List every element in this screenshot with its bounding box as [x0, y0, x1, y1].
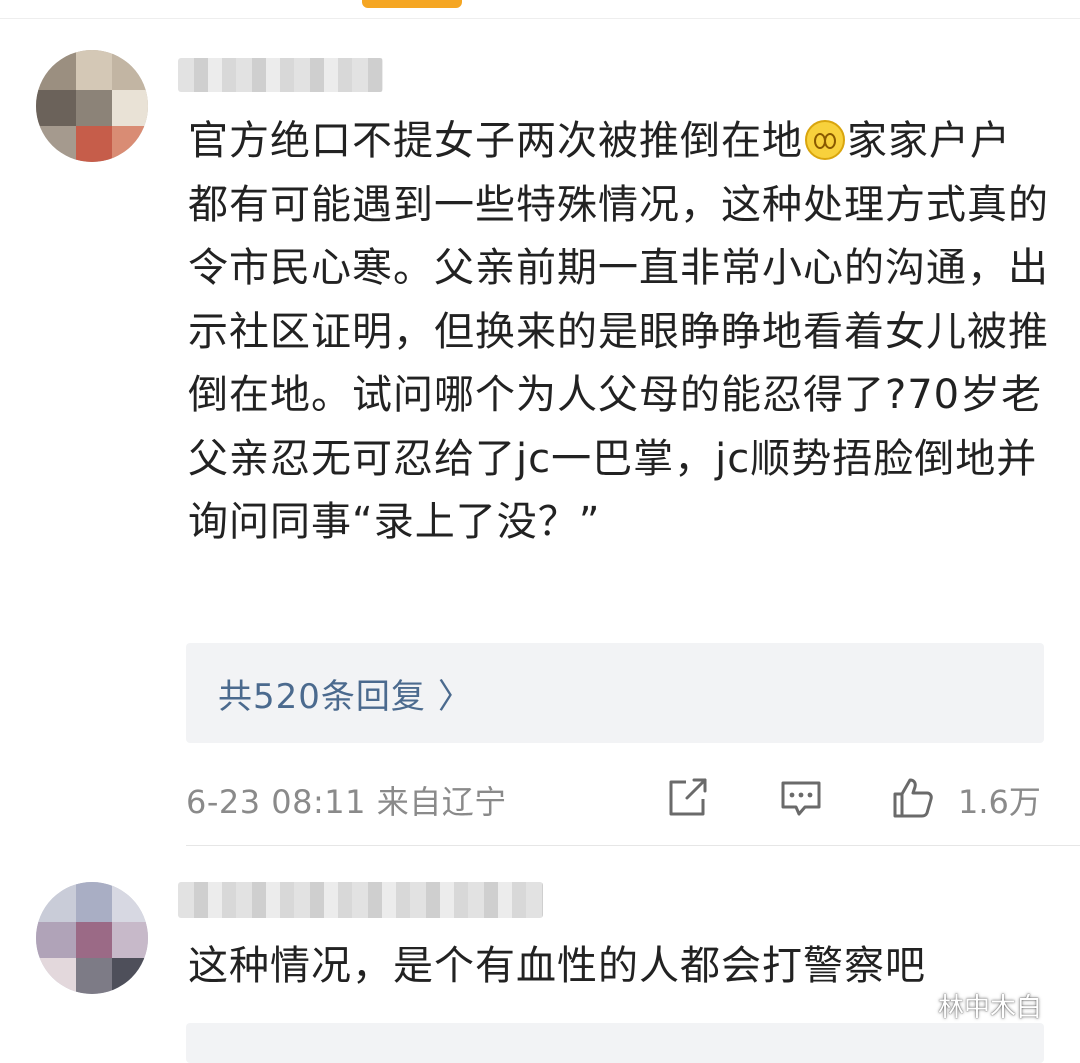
view-replies-link[interactable]: 共520条回复〉: [218, 669, 473, 718]
watermark-text: 林中木白: [938, 992, 1043, 1023]
comment-icon[interactable]: [778, 775, 824, 821]
thumbs-up-icon[interactable]: [890, 775, 936, 821]
timestamp-location: 6-23 08:11 来自辽宁: [186, 783, 507, 821]
comment-item: 这种情况，是个有血性的人都会打警察吧 林中木白: [0, 860, 1080, 1063]
watermark: 林中木白: [898, 985, 1042, 1025]
comment-divider: [186, 845, 1080, 846]
like-count: 1.6万: [958, 783, 1041, 821]
replies-panel[interactable]: 共520条回复〉: [186, 643, 1044, 743]
replies-count-label: 共520条回复: [218, 677, 426, 717]
username-blurred[interactable]: [178, 58, 383, 92]
comment-text: 官方绝口不提女子两次被推倒在地 家家户户都有可能遇到一些特殊情况，这种处理方式真的…: [188, 110, 1050, 555]
comment-item: 官方绝口不提女子两次被推倒在地 家家户户都有可能遇到一些特殊情况，这种处理方式真的…: [0, 40, 1080, 846]
comment-meta-row: 6-23 08:11 来自辽宁 1.6万: [186, 773, 1046, 823]
replies-panel[interactable]: [186, 1023, 1044, 1063]
active-tab-indicator: [362, 0, 462, 8]
top-divider: [0, 18, 1080, 19]
avatar[interactable]: [36, 882, 148, 994]
avatar[interactable]: [36, 50, 148, 162]
share-icon[interactable]: [664, 775, 710, 821]
chevron-right-icon: 〉: [437, 677, 473, 717]
username-blurred[interactable]: [178, 882, 543, 918]
smiling-face-emoji-icon: [805, 120, 845, 160]
comment-text-part-1: 官方绝口不提女子两次被推倒在地: [188, 118, 803, 164]
comment-text-part-2: 家家户户都有可能遇到一些特殊情况，这种处理方式真的令市民心寒。父亲前期一直非常小…: [188, 118, 1049, 545]
wechat-icon: [898, 991, 931, 1018]
